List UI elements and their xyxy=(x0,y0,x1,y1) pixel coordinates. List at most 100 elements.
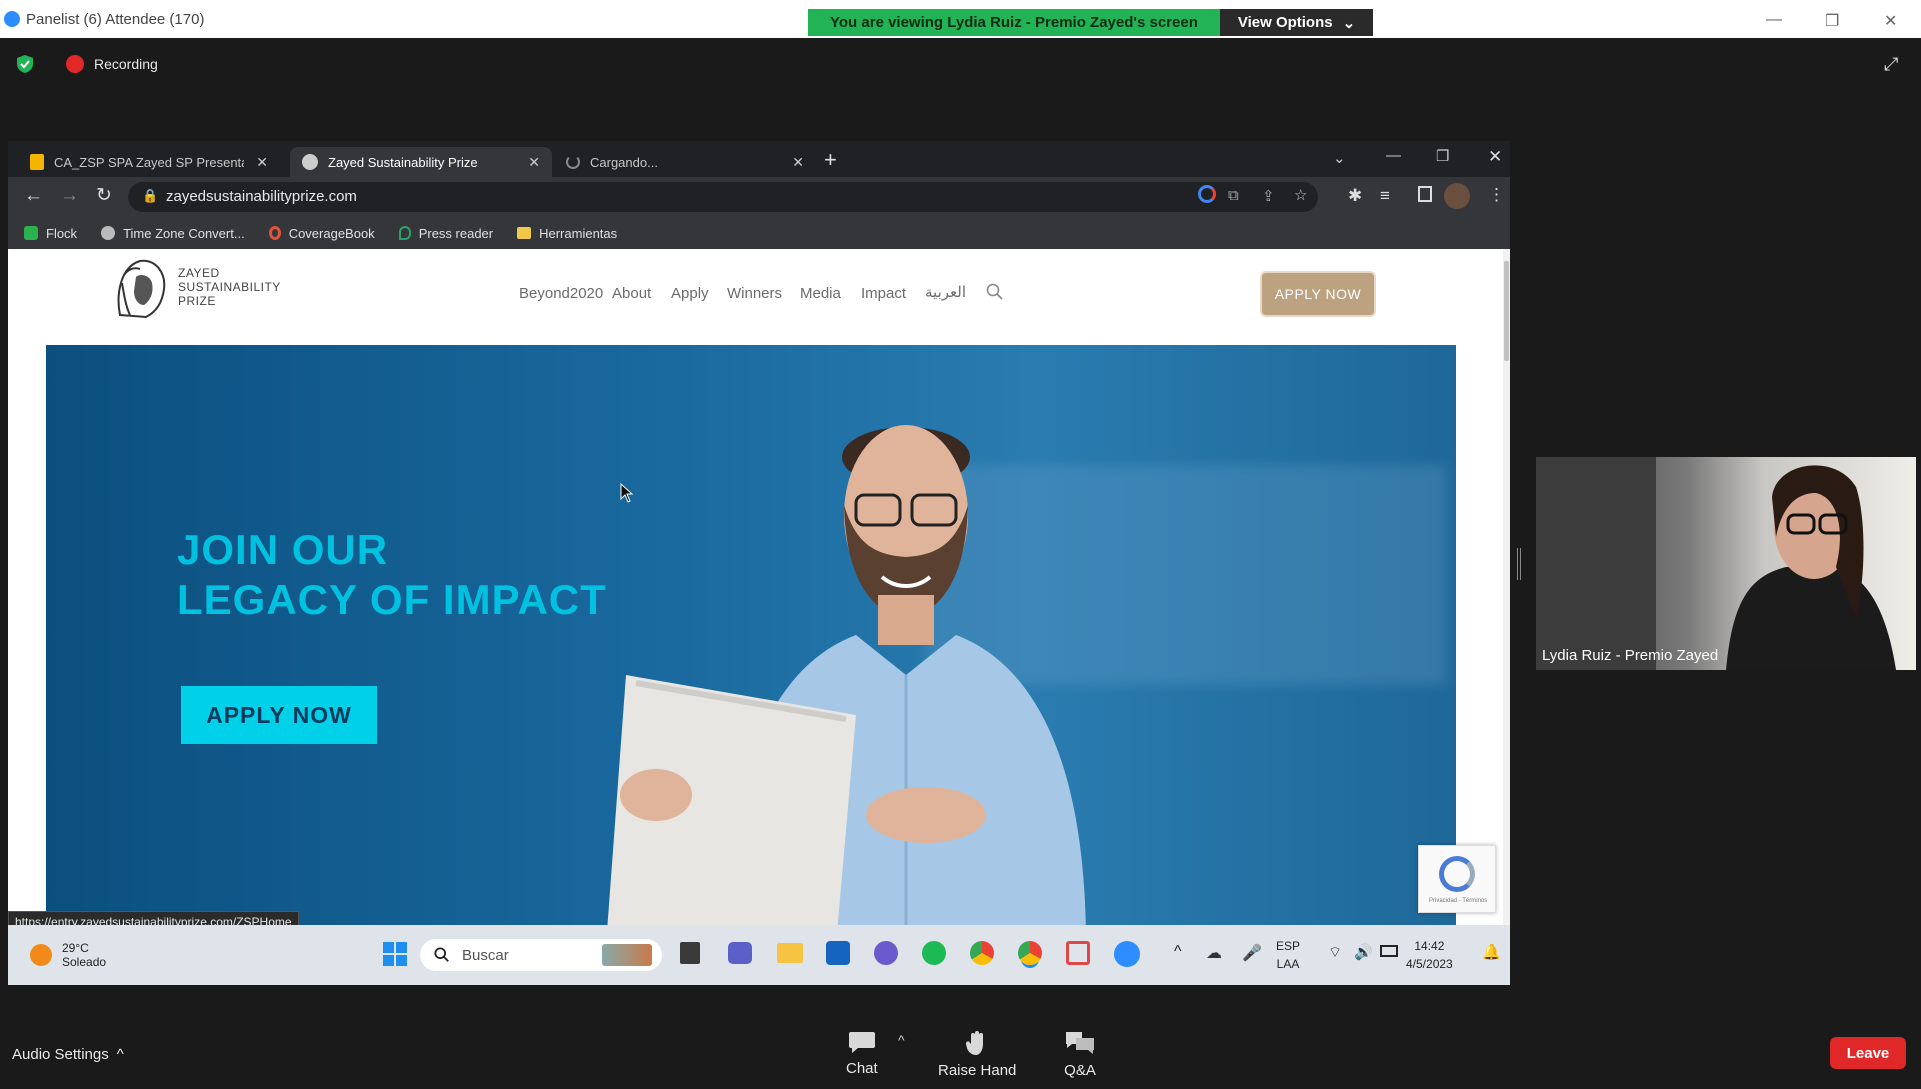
menu-icon[interactable]: ⋮ xyxy=(1488,185,1505,205)
recaptcha-badge[interactable]: Privacidad - Términos xyxy=(1418,845,1496,913)
tab-label: Cargando... xyxy=(590,154,658,170)
leave-button[interactable]: Leave xyxy=(1830,1037,1906,1069)
battery-icon[interactable] xyxy=(1380,945,1398,957)
chrome-icon[interactable] xyxy=(970,941,994,965)
nav-arabic[interactable]: العربية xyxy=(925,283,966,301)
search-icon[interactable] xyxy=(986,283,1004,301)
logo-line: SUSTAINABILITY xyxy=(178,280,281,294)
new-tab-button[interactable]: + xyxy=(824,147,837,173)
bookmark-label: Press reader xyxy=(418,225,494,241)
volume-icon[interactable]: 🔊 xyxy=(1354,943,1373,961)
taskbar-clock[interactable]: 14:42 4/5/2023 xyxy=(1406,937,1453,973)
qa-button[interactable]: Q&A xyxy=(1064,1030,1096,1079)
share-icon[interactable]: ⇪ xyxy=(1262,187,1275,205)
scrollbar-thumb[interactable] xyxy=(1504,261,1509,361)
nav-apply[interactable]: Apply xyxy=(671,285,709,302)
nav-about[interactable]: About xyxy=(612,285,651,302)
audio-settings-button[interactable]: Audio Settings ^ xyxy=(12,1046,124,1063)
teams-icon[interactable] xyxy=(728,942,752,964)
bookmark-timezone[interactable]: Time Zone Convert... xyxy=(101,226,245,241)
copilot-icon[interactable] xyxy=(874,941,898,965)
chevron-up-icon[interactable]: ^ xyxy=(1174,943,1182,961)
task-view-icon[interactable] xyxy=(680,942,700,964)
wifi-icon[interactable]: ⌔ xyxy=(1328,943,1342,962)
spotify-icon[interactable] xyxy=(922,941,946,965)
restore-button[interactable]: ❐ xyxy=(1825,11,1839,31)
tab-loading[interactable]: Cargando... ✕ xyxy=(554,147,816,177)
nav-media[interactable]: Media xyxy=(800,285,841,302)
temperature: 29°C xyxy=(62,941,89,955)
page-scrollbar[interactable] xyxy=(1503,249,1510,925)
bookmark-star-icon[interactable]: ☆ xyxy=(1294,186,1307,204)
language-indicator[interactable]: ESP LAA xyxy=(1276,937,1300,973)
nav-beyond2020[interactable]: Beyond2020 xyxy=(519,285,603,302)
close-button[interactable]: ✕ xyxy=(1884,11,1897,31)
webpage: ZAYED SUSTAINABILITY PRIZE Beyond2020 Ab… xyxy=(8,249,1503,925)
back-button[interactable]: ← xyxy=(24,185,43,207)
chat-button[interactable]: Chat xyxy=(846,1030,878,1077)
clock-time: 14:42 xyxy=(1414,939,1445,953)
nav-impact[interactable]: Impact xyxy=(861,285,906,302)
hero-apply-now-button[interactable]: APPLY NOW xyxy=(181,686,377,744)
browser-restore-button[interactable]: ❐ xyxy=(1436,147,1449,165)
onedrive-icon[interactable]: ☁ xyxy=(1206,943,1222,963)
file-explorer-icon[interactable] xyxy=(777,943,803,963)
weather-widget[interactable]: 29°C Soleado xyxy=(30,941,106,969)
nav-winners[interactable]: Winners xyxy=(727,285,782,302)
recaptcha-text: Privacidad - Términos xyxy=(1429,898,1488,904)
bookmark-label: Time Zone Convert... xyxy=(123,225,245,241)
recaptcha-icon xyxy=(1439,856,1475,892)
search-icon xyxy=(434,947,450,963)
tab-label: CA_ZSP SPA Zayed SP Presentati xyxy=(54,154,244,170)
bookmark-pressreader[interactable]: Press reader xyxy=(398,225,494,241)
store-icon[interactable] xyxy=(826,941,850,965)
microphone-icon[interactable]: 🎤 xyxy=(1242,943,1262,963)
lang-line: LAA xyxy=(1276,957,1300,971)
close-tab-icon[interactable]: ✕ xyxy=(256,154,268,171)
minimize-button[interactable]: — xyxy=(1766,11,1782,29)
notification-icon[interactable]: 🔔 xyxy=(1482,943,1501,961)
tab-presentation[interactable]: CA_ZSP SPA Zayed SP Presentati ✕ xyxy=(18,147,280,177)
tab-zayed-prize[interactable]: Zayed Sustainability Prize ✕ xyxy=(290,147,552,177)
google-lens-icon[interactable] xyxy=(1198,185,1216,203)
sidepanel-icon[interactable] xyxy=(1418,186,1432,202)
close-tab-icon[interactable]: ✕ xyxy=(528,154,540,171)
splitter-handle[interactable] xyxy=(1517,548,1521,580)
snipping-tool-icon[interactable] xyxy=(1066,941,1090,965)
browser-close-button[interactable]: ✕ xyxy=(1488,147,1502,167)
bookmark-label: Flock xyxy=(46,225,78,241)
search-placeholder: Buscar xyxy=(462,946,509,964)
close-tab-icon[interactable]: ✕ xyxy=(792,154,804,171)
media-icon[interactable]: ≡ xyxy=(1380,186,1390,206)
tab-search-icon[interactable]: ⌄ xyxy=(1333,149,1346,167)
raise-hand-button[interactable]: Raise Hand xyxy=(938,1030,1016,1079)
extensions-icon[interactable]: ✱ xyxy=(1348,186,1362,206)
avatar[interactable] xyxy=(1444,183,1470,209)
translate-icon[interactable]: ⧉ xyxy=(1228,187,1239,204)
taskbar-search[interactable]: Buscar xyxy=(420,939,662,971)
search-highlight-icon xyxy=(602,944,652,966)
bookmark-flock[interactable]: Flock xyxy=(24,226,77,241)
windows-start-icon[interactable] xyxy=(382,941,408,967)
zoom-app-icon xyxy=(4,11,20,27)
site-logo-text[interactable]: ZAYED SUSTAINABILITY PRIZE xyxy=(178,266,281,308)
site-header: ZAYED SUSTAINABILITY PRIZE Beyond2020 Ab… xyxy=(8,249,1503,337)
zayed-portrait-logo[interactable] xyxy=(106,255,170,319)
reload-button[interactable]: ↻ xyxy=(96,184,112,207)
chat-options-chevron-icon[interactable]: ^ xyxy=(898,1032,905,1048)
browser-minimize-button[interactable]: — xyxy=(1386,147,1401,164)
view-options-button[interactable]: View Options ⌄ xyxy=(1219,9,1374,36)
url-bar[interactable]: 🔒 zayedsustainabilityprize.com ⧉ ⇪ ☆ xyxy=(128,182,1318,212)
apply-now-nav-button[interactable]: APPLY NOW xyxy=(1262,273,1374,315)
record-dot-icon xyxy=(66,55,84,73)
bookmark-herramientas[interactable]: Herramientas xyxy=(517,226,617,241)
zoom-toolbar: Audio Settings ^ Chat ^ Raise Hand Q&A L… xyxy=(0,1012,1921,1089)
forward-button[interactable]: → xyxy=(60,185,79,207)
fullscreen-icon[interactable]: ⤢ xyxy=(1884,54,1898,75)
bookmark-coveragebook[interactable]: CoverageBook xyxy=(268,226,375,241)
folder-icon xyxy=(517,227,532,239)
participant-video[interactable]: Lydia Ruiz - Premio Zayed xyxy=(1536,457,1916,670)
chrome-active-icon[interactable] xyxy=(1018,941,1042,965)
clock-date: 4/5/2023 xyxy=(1406,957,1453,971)
zoom-taskbar-icon[interactable] xyxy=(1114,941,1140,967)
